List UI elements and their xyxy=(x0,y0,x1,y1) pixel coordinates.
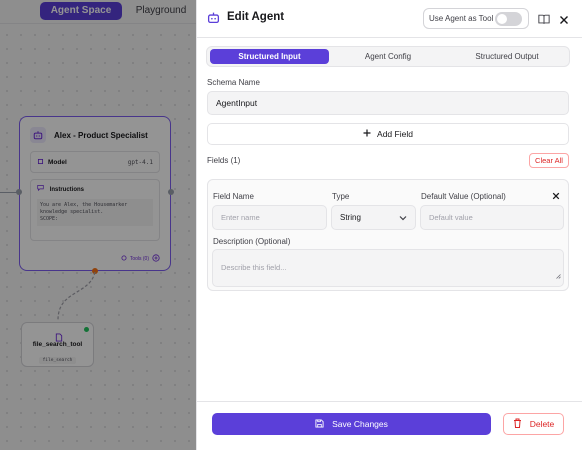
field-type-select[interactable]: String xyxy=(331,205,416,230)
use-agent-as-tool-control[interactable]: Use Agent as Tool xyxy=(423,8,529,29)
panel-header: Edit Agent Use Agent as Tool xyxy=(197,0,582,38)
clear-all-button[interactable]: Clear All xyxy=(529,153,569,168)
use-agent-as-tool-toggle[interactable] xyxy=(495,12,522,26)
trash-icon xyxy=(513,418,522,430)
tab-structured-output[interactable]: Structured Output xyxy=(447,49,567,64)
default-value-label: Default Value (Optional) xyxy=(421,192,506,201)
add-field-label: Add Field xyxy=(377,129,413,139)
panel-tabs: Structured Input Agent Config Structured… xyxy=(206,46,570,67)
description-placeholder: Describe this field... xyxy=(221,263,287,272)
field-type-label: Type xyxy=(332,192,350,201)
field-card: Field Name Enter name Type String Defaul… xyxy=(207,179,569,291)
delete-label: Delete xyxy=(529,419,555,429)
bot-icon xyxy=(207,11,220,29)
panel-title: Edit Agent xyxy=(227,11,285,23)
remove-field-icon[interactable] xyxy=(552,187,560,205)
field-name-input[interactable]: Enter name xyxy=(212,205,327,230)
close-icon[interactable] xyxy=(559,12,569,30)
tab-agent-config[interactable]: Agent Config xyxy=(333,49,443,64)
schema-name-label: Schema Name xyxy=(207,78,260,87)
field-type-value: String xyxy=(340,213,361,222)
edit-agent-panel: Edit Agent Use Agent as Tool Structured … xyxy=(196,0,582,450)
field-name-label: Field Name xyxy=(213,192,254,201)
chevron-down-icon xyxy=(399,214,407,223)
fields-count: Fields (1) xyxy=(207,156,241,165)
save-icon xyxy=(315,418,324,430)
save-changes-button[interactable]: Save Changes xyxy=(212,413,491,435)
plus-icon xyxy=(363,129,371,139)
schema-name-value: AgentInput xyxy=(216,98,258,108)
book-icon[interactable] xyxy=(538,12,550,30)
description-textarea[interactable]: Describe this field... xyxy=(212,249,564,287)
default-value-placeholder: Default value xyxy=(429,213,473,222)
toggle-knob xyxy=(497,14,507,24)
save-changes-label: Save Changes xyxy=(332,419,388,429)
panel-footer: Save Changes Delete xyxy=(197,401,582,450)
resize-grip-icon[interactable] xyxy=(555,266,561,284)
tab-structured-input[interactable]: Structured Input xyxy=(210,49,329,64)
description-label: Description (Optional) xyxy=(213,237,291,246)
schema-name-input[interactable]: AgentInput xyxy=(207,91,569,115)
delete-button[interactable]: Delete xyxy=(503,413,564,435)
add-field-button[interactable]: Add Field xyxy=(207,123,569,145)
field-name-placeholder: Enter name xyxy=(221,213,260,222)
use-agent-as-tool-label: Use Agent as Tool xyxy=(429,14,494,23)
default-value-input[interactable]: Default value xyxy=(420,205,564,230)
